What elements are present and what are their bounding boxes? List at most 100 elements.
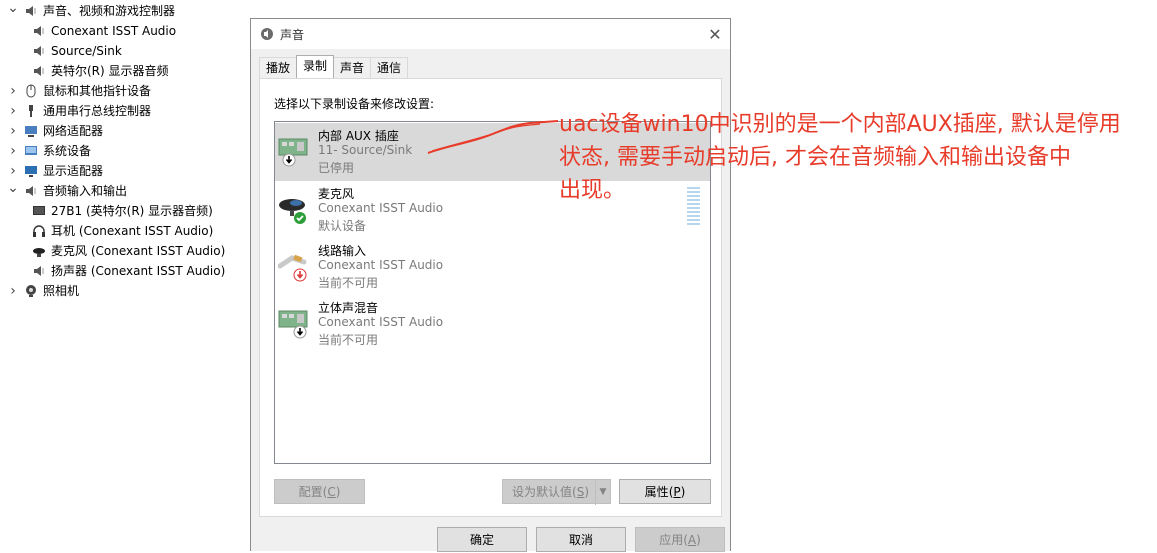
cancel-label: 取消 bbox=[568, 533, 593, 547]
tree-item-label: 鼠标和其他指针设备 bbox=[43, 84, 152, 98]
sound-dialog: 声音 ✕ 播放 录制 声音 通信 选择以下录制设备来修改设置: 内部 AUX 插… bbox=[250, 18, 731, 552]
tree-item-label: 27B1 (英特尔(R) 显示器音频) bbox=[51, 204, 213, 218]
tree-item-label: 网络适配器 bbox=[43, 124, 104, 138]
tree-category[interactable]: › 通用串行总线控制器 bbox=[6, 101, 151, 121]
device-name: 麦克风 bbox=[318, 187, 355, 201]
usb-icon bbox=[24, 104, 38, 118]
tree-item-label: Conexant ISST Audio bbox=[51, 24, 177, 38]
tab-playback[interactable]: 播放 bbox=[259, 57, 298, 78]
annotation-line: uac设备win10中识别的是一个内部AUX插座, 默认是停用 bbox=[559, 112, 1121, 137]
camera-icon bbox=[24, 284, 38, 298]
device-item-stereo-mix[interactable]: 立体声混音 Conexant ISST Audio 当前不可用 bbox=[275, 295, 710, 353]
tree-item-label: 音频输入和输出 bbox=[43, 184, 128, 198]
tree-item-label: Source/Sink bbox=[51, 44, 122, 58]
tree-device[interactable]: Conexant ISST Audio bbox=[32, 21, 176, 41]
line-in-cable-icon bbox=[278, 254, 307, 282]
tab-recording[interactable]: 录制 bbox=[296, 55, 335, 78]
tree-item-label: 麦克风 (Conexant ISST Audio) bbox=[51, 244, 226, 258]
sound-app-icon bbox=[261, 28, 273, 40]
chevron-right-icon[interactable]: › bbox=[6, 81, 20, 101]
properties-label: 属性 bbox=[644, 485, 669, 499]
tree-category[interactable]: › 网络适配器 bbox=[6, 121, 103, 141]
speaker-icon bbox=[32, 64, 46, 78]
configure-accesskey: C bbox=[327, 485, 336, 499]
set-default-label: 设为默认值 bbox=[512, 485, 573, 499]
tree-category[interactable]: › 显示适配器 bbox=[6, 161, 103, 181]
tree-category[interactable]: › 鼠标和其他指针设备 bbox=[6, 81, 151, 101]
device-item-line-in[interactable]: 线路输入 Conexant ISST Audio 当前不可用 bbox=[275, 238, 710, 296]
properties-accesskey: P bbox=[673, 485, 681, 499]
tree-category[interactable]: ⌄ 声音、视频和游戏控制器 bbox=[6, 0, 176, 21]
chevron-right-icon[interactable]: › bbox=[6, 141, 20, 161]
cancel-button[interactable]: 取消 bbox=[536, 527, 626, 552]
tree-item-label: 系统设备 bbox=[43, 144, 92, 158]
close-button[interactable]: ✕ bbox=[700, 19, 730, 49]
tab-communications[interactable]: 通信 bbox=[370, 57, 409, 78]
speaker-icon bbox=[32, 24, 46, 38]
tree-item-label: 耳机 (Conexant ISST Audio) bbox=[51, 224, 214, 238]
chevron-down-icon[interactable]: ▼ bbox=[595, 480, 610, 505]
device-name: 立体声混音 bbox=[318, 301, 379, 315]
tree-category[interactable]: ⌄ 音频输入和输出 bbox=[6, 178, 128, 201]
device-name: 内部 AUX 插座 bbox=[318, 129, 399, 143]
tree-item-label: 英特尔(R) 显示器音频 bbox=[51, 64, 169, 78]
tree-device[interactable]: 扬声器 (Conexant ISST Audio) bbox=[32, 261, 225, 281]
line-in-board-icon bbox=[278, 138, 308, 167]
apply-button[interactable]: 应用(A) bbox=[635, 527, 725, 552]
tree-category[interactable]: › 照相机 bbox=[6, 281, 79, 301]
headphones-icon bbox=[32, 224, 46, 238]
set-default-button[interactable]: 设为默认值(S) ▼ bbox=[502, 479, 611, 505]
tab-sounds[interactable]: 声音 bbox=[333, 57, 372, 78]
microphone-icon bbox=[32, 244, 46, 258]
device-status: 已停用 bbox=[318, 161, 355, 175]
line-in-board-icon bbox=[278, 310, 308, 339]
tab-bar: 播放 录制 声音 通信 bbox=[259, 55, 409, 78]
device-driver: 11- Source/Sink bbox=[318, 143, 413, 157]
configure-label: 配置 bbox=[298, 485, 323, 499]
annotation-line: 出现。 bbox=[559, 178, 626, 203]
monitor-icon bbox=[32, 204, 46, 218]
chevron-right-icon[interactable]: › bbox=[6, 281, 20, 301]
system-icon bbox=[24, 144, 38, 158]
tree-item-label: 显示适配器 bbox=[43, 164, 104, 178]
tree-device[interactable]: 英特尔(R) 显示器音频 bbox=[32, 61, 169, 81]
set-default-accesskey: S bbox=[576, 485, 585, 499]
tree-device[interactable]: 耳机 (Conexant ISST Audio) bbox=[32, 221, 213, 241]
dialog-title: 声音 bbox=[280, 28, 305, 42]
close-icon: ✕ bbox=[708, 24, 722, 44]
tree-device[interactable]: 27B1 (英特尔(R) 显示器音频) bbox=[32, 201, 213, 221]
dialog-titlebar: 声音 ✕ bbox=[251, 19, 730, 49]
device-status: 当前不可用 bbox=[318, 276, 379, 290]
apply-label: 应用 bbox=[659, 533, 684, 547]
tree-item-label: 扬声器 (Conexant ISST Audio) bbox=[51, 264, 226, 278]
tree-item-label: 声音、视频和游戏控制器 bbox=[43, 4, 176, 18]
apply-accesskey: A bbox=[687, 533, 697, 547]
speaker-icon bbox=[24, 4, 38, 18]
device-status: 当前不可用 bbox=[318, 333, 379, 347]
annotation-stroke bbox=[427, 120, 559, 154]
ok-button[interactable]: 确定 bbox=[437, 527, 527, 552]
network-icon bbox=[24, 124, 38, 138]
chevron-down-icon[interactable]: ⌄ bbox=[6, 178, 20, 198]
device-driver: Conexant ISST Audio bbox=[318, 258, 444, 272]
tree-item-label: 照相机 bbox=[43, 284, 80, 298]
speaker-icon bbox=[32, 264, 46, 278]
device-status: 默认设备 bbox=[318, 219, 367, 233]
tree-category[interactable]: › 系统设备 bbox=[6, 141, 91, 161]
annotation-line: 状态, 需要手动启动后, 才会在音频输入和输出设备中 bbox=[559, 145, 1071, 170]
device-driver: Conexant ISST Audio bbox=[318, 201, 444, 215]
properties-button[interactable]: 属性(P) bbox=[619, 479, 711, 504]
annotation-text: uac设备win10中识别的是一个内部AUX插座, 默认是停用 状态, 需要手动… bbox=[559, 108, 1157, 207]
chevron-right-icon[interactable]: › bbox=[6, 101, 20, 121]
device-name: 线路输入 bbox=[318, 244, 367, 258]
tree-item-label: 通用串行总线控制器 bbox=[43, 104, 152, 118]
mouse-icon bbox=[24, 84, 38, 98]
configure-button[interactable]: 配置(C) bbox=[274, 479, 365, 504]
tree-device[interactable]: Source/Sink bbox=[32, 41, 122, 61]
instruction-text: 选择以下录制设备来修改设置: bbox=[274, 97, 435, 111]
chevron-down-icon[interactable]: ⌄ bbox=[6, 0, 20, 18]
tree-device[interactable]: 麦克风 (Conexant ISST Audio) bbox=[32, 241, 225, 261]
device-driver: Conexant ISST Audio bbox=[318, 315, 444, 329]
ok-label: 确定 bbox=[469, 533, 494, 547]
chevron-right-icon[interactable]: › bbox=[6, 121, 20, 141]
